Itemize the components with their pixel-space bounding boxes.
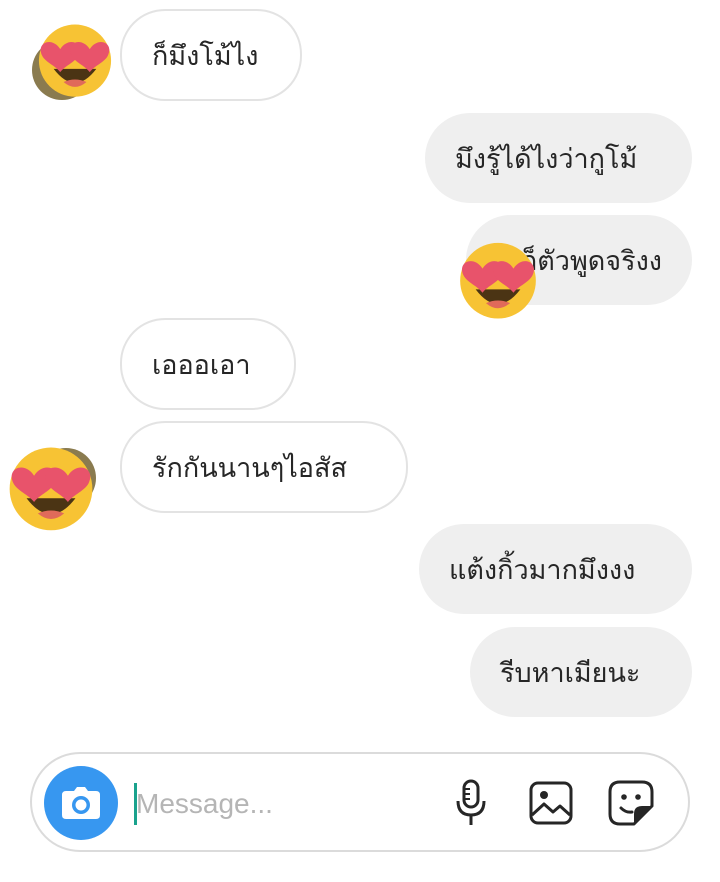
heart-eyes-emoji [455,236,541,322]
camera-icon [62,787,100,819]
message-bubble-incoming[interactable]: ก็มึงโม้ไง [120,9,302,101]
voice-button[interactable] [446,778,496,828]
message-text: ก็มึงโม้ไง [152,40,259,72]
message-text: รีบหาเมียนะ [500,657,641,689]
sticker-button[interactable] [606,778,656,828]
message-composer [30,752,690,852]
message-bubble-outgoing[interactable]: มึงรู้ได้ไงว่ากูโม้ [425,113,692,203]
message-bubble-incoming[interactable]: เอออเอา [120,318,296,410]
heart-eyes-emoji [4,440,98,534]
message-text: รักกันนานๆไอสัส [152,452,347,484]
message-input[interactable] [136,778,396,830]
message-text: มึงรู้ได้ไงว่ากูโม้ [455,143,638,175]
camera-button[interactable] [44,766,118,840]
gallery-button[interactable] [526,778,576,828]
heart-eyes-emoji [34,18,116,100]
message-bubble-incoming[interactable]: รักกันนานๆไอสัส [120,421,408,513]
image-icon [529,781,573,825]
sticker-icon [608,780,654,826]
message-text: ก็ตัวพูดจริงง [520,245,662,277]
microphone-icon [456,779,486,825]
message-text: เอออเอา [152,349,251,381]
message-bubble-outgoing[interactable]: แต้งกิ้วมากมึงงง [419,524,692,614]
message-text: แต้งกิ้วมากมึงงง [449,554,636,586]
message-bubble-outgoing[interactable]: รีบหาเมียนะ [470,627,692,717]
